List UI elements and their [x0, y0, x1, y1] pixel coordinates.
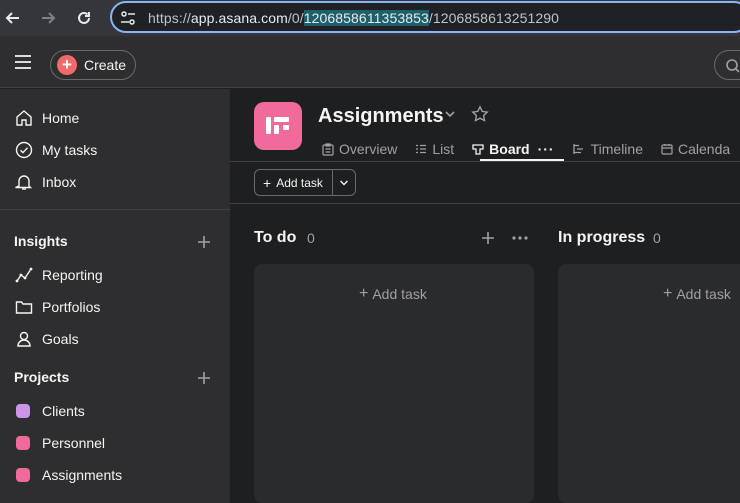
sidebar-item-label: Clients [42, 403, 85, 419]
back-arrow-icon [5, 12, 19, 24]
toolbar-divider [230, 203, 740, 204]
url-text[interactable]: https://app.asana.com/0/1206858611353853… [148, 10, 559, 26]
plus-icon: + [359, 285, 369, 302]
site-settings-icon[interactable] [120, 10, 136, 26]
app-topbar: + Create [0, 36, 740, 88]
check-circle-icon [14, 140, 34, 160]
plus-icon: + [663, 285, 673, 302]
column-title-in-progress[interactable]: In progress [558, 229, 645, 247]
tab-label: Overview [339, 141, 398, 157]
board-icon [472, 143, 484, 155]
timeline-icon [572, 143, 586, 155]
sidebar-item-personnel[interactable]: Personnel [14, 431, 105, 455]
sidebar: Home My tasks Inbox Insights Reporting P… [0, 89, 230, 503]
add-task-button[interactable]: + Add task [255, 170, 332, 195]
sidebar-item-assignments[interactable]: Assignments [14, 463, 122, 487]
reload-icon [78, 11, 90, 24]
sidebar-item-clients[interactable]: Clients [14, 399, 85, 423]
sidebar-divider [0, 209, 230, 210]
sidebar-item-label: Inbox [42, 174, 77, 190]
plus-icon: + [57, 55, 77, 75]
create-button[interactable]: + Create [50, 50, 136, 80]
list-icon [415, 143, 427, 155]
sidebar-item-label: Personnel [42, 435, 106, 451]
url-selected-segment: 1206858611353853 [303, 10, 429, 26]
sidebar-item-label: Portfolios [42, 299, 101, 315]
bell-icon [14, 172, 34, 192]
add-project-plus-icon[interactable] [196, 370, 212, 386]
column-title-to-do[interactable]: To do [254, 229, 296, 247]
add-task-label: Add task [276, 175, 323, 190]
plus-icon: + [263, 174, 272, 191]
sidebar-item-reporting[interactable]: Reporting [14, 263, 103, 287]
sidebar-item-my-tasks[interactable]: My tasks [14, 138, 97, 162]
hamburger-menu-icon[interactable] [12, 51, 34, 73]
back-button[interactable] [1, 6, 25, 30]
calendar-icon [661, 143, 673, 155]
create-label: Create [84, 57, 127, 73]
project-color-swatch [16, 436, 30, 450]
search-input[interactable] [714, 50, 740, 80]
chevron-down-icon[interactable] [444, 108, 456, 120]
tab-label: Board [489, 141, 530, 157]
insights-heading[interactable]: Insights [14, 233, 68, 249]
sidebar-item-home[interactable]: Home [14, 106, 79, 130]
project-color-swatch [16, 404, 30, 418]
url-host: app.asana.com [190, 10, 288, 26]
add-insight-plus-icon[interactable] [196, 234, 212, 250]
sidebar-item-label: Reporting [42, 267, 103, 283]
address-bar[interactable]: https://app.asana.com/0/1206858611353853… [110, 1, 740, 33]
tab-overview[interactable]: Overview [322, 138, 397, 160]
goals-icon [14, 329, 34, 349]
add-task-label: Add task [372, 286, 427, 302]
more-options-icon[interactable]: ··· [538, 141, 555, 157]
folder-icon [14, 297, 34, 317]
overview-icon [322, 142, 334, 156]
column-add-task-button[interactable]: + Add task [663, 285, 731, 303]
home-icon [14, 108, 34, 128]
sidebar-item-label: Home [42, 110, 80, 126]
tab-label: List [432, 141, 455, 157]
url-scheme: https:// [148, 10, 191, 26]
sidebar-item-label: My tasks [42, 142, 98, 158]
add-task-label: Add task [676, 286, 731, 302]
column-count: 0 [653, 230, 661, 246]
tab-label: Calenda [678, 141, 731, 157]
project-board-icon[interactable] [254, 102, 302, 150]
url-path-tail: /1206858613251290 [428, 10, 560, 26]
board-toolbar: + Add task [230, 162, 740, 204]
forward-arrow-icon [42, 12, 56, 24]
tab-label: Timeline [590, 141, 643, 157]
url-path: /0/ [287, 10, 304, 26]
tab-calendar[interactable]: Calenda [661, 138, 730, 160]
chevron-down-icon [339, 180, 348, 185]
star-icon[interactable] [471, 105, 489, 123]
reporting-icon [14, 265, 34, 285]
main-content: Assignments Overview List Board ··· Time… [230, 89, 740, 503]
add-column-task-plus-icon[interactable] [480, 230, 496, 246]
browser-toolbar: https://app.asana.com/0/1206858611353853… [0, 0, 740, 36]
column-add-task-button[interactable]: + Add task [359, 285, 427, 303]
page-title[interactable]: Assignments [318, 105, 444, 128]
sidebar-item-label: Goals [42, 331, 79, 347]
add-task-button-group: + Add task [254, 169, 356, 196]
forward-button[interactable] [36, 6, 60, 30]
sidebar-item-inbox[interactable]: Inbox [14, 170, 76, 194]
search-icon [726, 59, 740, 73]
projects-heading[interactable]: Projects [14, 369, 69, 385]
reload-button[interactable] [72, 6, 96, 30]
sidebar-item-goals[interactable]: Goals [14, 327, 79, 351]
tab-timeline[interactable]: Timeline [572, 138, 643, 160]
column-more-options-icon[interactable] [510, 230, 530, 246]
tab-list[interactable]: List [415, 138, 454, 160]
sidebar-item-label: Assignments [42, 467, 123, 483]
tab-board[interactable]: Board ··· [472, 138, 554, 160]
sidebar-item-portfolios[interactable]: Portfolios [14, 295, 100, 319]
project-color-swatch [16, 468, 30, 482]
column-count: 0 [307, 230, 315, 246]
add-task-dropdown-button[interactable] [333, 170, 356, 195]
project-tabs: Overview List Board ··· Timeline Calenda [322, 138, 740, 160]
